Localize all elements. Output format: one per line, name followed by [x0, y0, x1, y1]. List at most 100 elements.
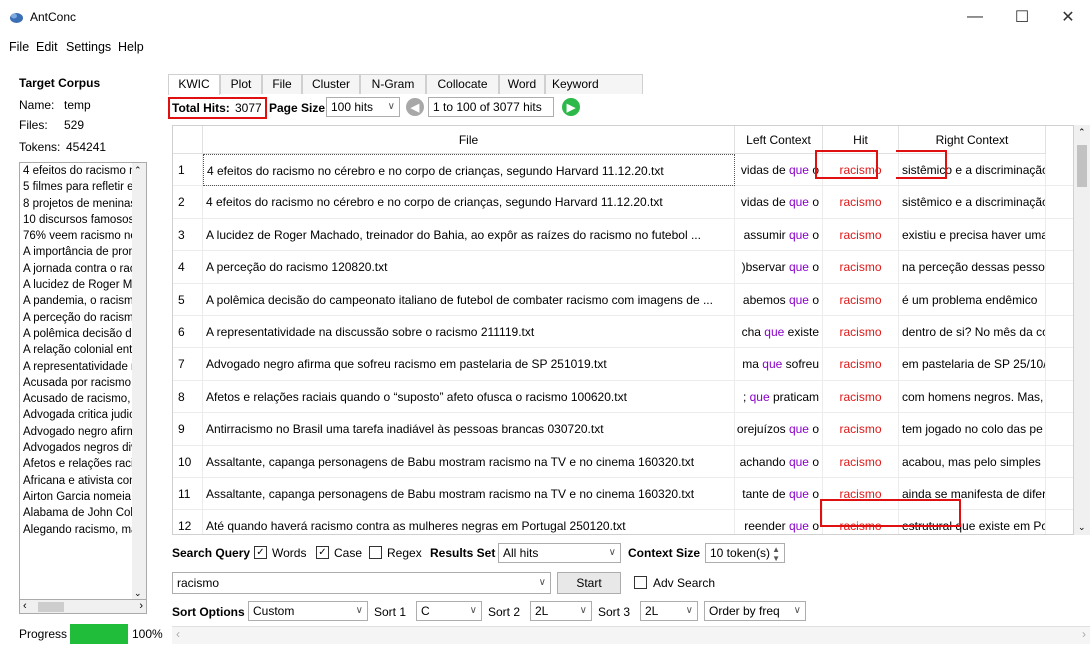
spinner-arrows-icon[interactable]: ▲ ▼	[772, 545, 780, 563]
row-hit[interactable]: racismo	[823, 186, 899, 219]
scroll-left-icon[interactable]: ‹	[23, 600, 27, 612]
corpus-file-item[interactable]: A importância de prom	[20, 244, 146, 260]
corpus-file-item[interactable]: Advogados negros div	[20, 440, 146, 456]
sort-mode-select[interactable]: Custom ∨	[248, 601, 368, 621]
row-file[interactable]: Até quando haverá racismo contra as mulh…	[203, 510, 735, 534]
kwic-results-table[interactable]: File Left Context Hit Right Context 14 e…	[172, 125, 1074, 535]
table-row[interactable]: 4A perceção do racismo 120820.txt)bserva…	[173, 251, 1073, 284]
order-select[interactable]: Order by freq ∨	[704, 601, 806, 621]
corpus-file-item[interactable]: A jornada contra o raci	[20, 261, 146, 277]
corpus-file-item[interactable]: Alegando racismo, ma	[20, 522, 146, 538]
table-row[interactable]: 3A lucidez de Roger Machado, treinador d…	[173, 218, 1073, 252]
tab-file[interactable]: File	[262, 74, 302, 94]
sort2-select[interactable]: 2L ∨	[530, 601, 592, 621]
sort3-select[interactable]: 2L ∨	[640, 601, 698, 621]
scroll-left-icon[interactable]: ‹	[176, 627, 180, 641]
corpus-file-item[interactable]: Acusado de racismo, G	[20, 391, 146, 407]
corpus-file-item[interactable]: Africana e ativista cont	[20, 473, 146, 489]
tab-keyword[interactable]: Keyword	[545, 74, 643, 94]
row-hit[interactable]: racismo	[823, 283, 899, 316]
corpus-file-item[interactable]: Alabama de John Coltr	[20, 505, 146, 521]
case-checkbox[interactable]: ✓	[316, 546, 329, 559]
scroll-right-icon[interactable]: ›	[139, 600, 143, 612]
menu-help[interactable]: Help	[118, 40, 144, 54]
corpus-file-item[interactable]: 76% veem racismo no l	[20, 228, 146, 244]
row-file[interactable]: Afetos e relações raciais quando o “supo…	[203, 380, 735, 414]
row-file[interactable]: A polêmica decisão do campeonato italian…	[203, 283, 735, 316]
corpus-file-item[interactable]: 10 discursos famosos p	[20, 212, 146, 228]
row-file[interactable]: A lucidez de Roger Machado, treinador do…	[203, 218, 735, 252]
corpus-file-item[interactable]: 5 filmes para refletir e	[20, 179, 146, 195]
sort1-select[interactable]: C ∨	[416, 601, 482, 621]
row-file[interactable]: 4 efeitos do racismo no cérebro e no cor…	[203, 154, 735, 187]
table-row[interactable]: 24 efeitos do racismo no cérebro e no co…	[173, 186, 1073, 219]
close-button[interactable]: ✕	[1046, 4, 1090, 30]
corpus-file-item[interactable]: 8 projetos de meninas	[20, 196, 146, 212]
corpus-file-item[interactable]: A lucidez de Roger Ma	[20, 277, 146, 293]
scroll-right-icon[interactable]: ›	[1082, 627, 1086, 641]
row-hit[interactable]: racismo	[823, 413, 899, 446]
column-header-file[interactable]: File	[203, 126, 735, 154]
table-row[interactable]: 10 Assaltante, capanga personagens de Bab…	[173, 445, 1073, 478]
adv-search-checkbox[interactable]	[634, 576, 647, 589]
corpus-file-item[interactable]: A representatividade n	[20, 359, 146, 375]
tab-kwic[interactable]: KWIC	[168, 74, 220, 95]
tab-cluster[interactable]: Cluster	[302, 74, 360, 94]
tab-plot[interactable]: Plot	[220, 74, 262, 94]
menu-file[interactable]: File	[9, 40, 29, 54]
scroll-down-icon[interactable]: ⌄	[1078, 522, 1086, 533]
corpus-file-item[interactable]: A polêmica decisão do	[20, 326, 146, 342]
row-hit[interactable]: racismo	[823, 348, 899, 381]
row-file[interactable]: Assaltante, capanga personagens de Babu …	[203, 445, 735, 478]
scroll-thumb[interactable]	[1077, 145, 1087, 187]
tab-word[interactable]: Word	[499, 74, 545, 94]
table-row[interactable]: 5A polêmica decisão do campeonato italia…	[173, 283, 1073, 316]
table-row[interactable]: 6A representatividade na discussão sobre…	[173, 316, 1073, 349]
row-hit[interactable]: racismo	[823, 251, 899, 284]
search-input[interactable]: racismo ∨	[172, 572, 551, 594]
corpus-file-item[interactable]: Advogado negro afirm	[20, 424, 146, 440]
context-size-spinner[interactable]: 10 token(s) ▲ ▼	[705, 543, 785, 563]
maximize-button[interactable]: ☐	[1000, 4, 1044, 30]
row-hit[interactable]: racismo	[823, 316, 899, 349]
row-file[interactable]: 4 efeitos do racismo no cérebro e no cor…	[203, 186, 735, 219]
table-row[interactable]: 7 Advogado negro afirma que sofreu racism…	[173, 348, 1073, 381]
words-checkbox[interactable]: ✓	[254, 546, 267, 559]
corpus-file-item[interactable]: Advogada critica judici	[20, 407, 146, 423]
scroll-up-icon[interactable]: ⌃	[1078, 127, 1086, 138]
table-row[interactable]: 8 Afetos e relações raciais quando o “sup…	[173, 380, 1073, 414]
bottom-horizontal-scrollbar[interactable]: ‹ ›	[172, 626, 1090, 644]
corpus-file-list[interactable]: ⌃ ⌄ 4 efeitos do racismo nc 5 filmes para…	[19, 162, 147, 600]
next-page-button[interactable]: ▶	[562, 98, 580, 116]
menu-edit[interactable]: Edit	[36, 40, 58, 54]
table-vertical-scrollbar[interactable]: ⌃ ⌄	[1074, 125, 1090, 535]
row-hit[interactable]: racismo	[823, 218, 899, 252]
row-hit[interactable]: racismo	[823, 380, 899, 414]
corpus-file-item[interactable]: Acusada por racismo e	[20, 375, 146, 391]
corpus-file-item[interactable]: Airton Garcia nomeia r	[20, 489, 146, 505]
tab-ngram[interactable]: N-Gram	[360, 74, 426, 94]
scroll-down-icon[interactable]: ⌄	[134, 588, 142, 599]
previous-page-button[interactable]: ◀	[406, 98, 424, 116]
scroll-thumb[interactable]	[38, 602, 64, 612]
minimize-button[interactable]: —	[953, 4, 997, 30]
corpus-file-item[interactable]: A relação colonial entr	[20, 342, 146, 358]
column-header-left-context[interactable]: Left Context	[735, 126, 823, 154]
row-file[interactable]: A representatividade na discussão sobre …	[203, 316, 735, 349]
row-file[interactable]: A perceção do racismo 120820.txt	[203, 251, 735, 284]
corpus-list-scrollbar[interactable]: ⌃ ⌄	[132, 163, 146, 599]
page-size-select[interactable]: 100 hits ∨	[326, 97, 400, 117]
results-set-select[interactable]: All hits ∨	[498, 543, 621, 563]
table-row[interactable]: 9 Antirracismo no Brasil uma tarefa inadi…	[173, 413, 1073, 446]
row-hit[interactable]: racismo	[823, 445, 899, 478]
start-button[interactable]: Start	[557, 572, 621, 594]
menu-settings[interactable]: Settings	[66, 40, 111, 54]
row-file[interactable]: Assaltante, capanga personagens de Babu …	[203, 478, 735, 511]
corpus-file-item[interactable]: A perceção do racismo	[20, 310, 146, 326]
corpus-file-item[interactable]: A pandemia, o racismo	[20, 293, 146, 309]
corpus-file-item[interactable]: Afetos e relações racia	[20, 456, 146, 472]
corpus-horizontal-scrollbar[interactable]: ‹ ›	[19, 599, 147, 614]
row-file[interactable]: Advogado negro afirma que sofreu racismo…	[203, 348, 735, 381]
scroll-up-icon[interactable]: ⌃	[134, 165, 142, 176]
tab-collocate[interactable]: Collocate	[426, 74, 499, 94]
